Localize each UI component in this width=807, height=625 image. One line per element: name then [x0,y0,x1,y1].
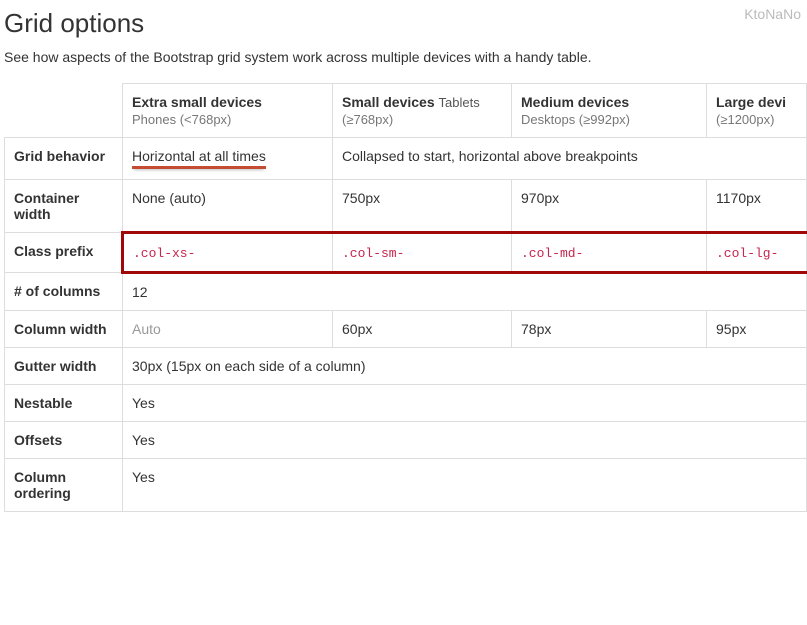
col-tag: Tablets [439,95,480,110]
row-ordering: Column ordering Yes [5,459,807,512]
cell-value: Yes [123,459,807,512]
cell-value: 30px (15px on each side of a column) [123,348,807,385]
row-label: Column width [5,311,123,348]
page-title: Grid options [4,8,807,39]
watermark: KtoNaNo [744,6,801,22]
row-nestable: Nestable Yes [5,385,807,422]
col-name: Medium devices [521,94,629,110]
cell-sm: 60px [333,311,512,348]
cell-value: 12 [123,273,807,311]
code: .col-sm- [342,246,404,261]
row-label: Gutter width [5,348,123,385]
cell-xs: .col-xs- [123,233,333,273]
col-header-lg: Large devi (≥1200px) [707,84,807,138]
col-name: Large devi [716,94,786,110]
row-class-prefix: Class prefix .col-xs- .col-sm- .col-md- … [5,233,807,273]
row-label: Column ordering [5,459,123,512]
col-name: Small devices [342,94,435,110]
grid-options-table: Extra small devices Phones (<768px) Smal… [4,83,807,512]
row-offsets: Offsets Yes [5,422,807,459]
row-label: Nestable [5,385,123,422]
cell-xs: Horizontal at all times [123,138,333,180]
row-label: Grid behavior [5,138,123,180]
cell-lg: .col-lg- [707,233,807,273]
cell-lg: 95px [707,311,807,348]
col-header-xs: Extra small devices Phones (<768px) [123,84,333,138]
col-name: Extra small devices [132,94,262,110]
corner-cell [5,84,123,138]
row-label: Class prefix [5,233,123,273]
row-grid-behavior: Grid behavior Horizontal at all times Co… [5,138,807,180]
col-sub: Phones (<768px) [132,112,323,127]
cell-lg: 1170px [707,180,807,233]
row-num-columns: # of columns 12 [5,273,807,311]
col-header-md: Medium devices Desktops (≥992px) [512,84,707,138]
col-sub: Desktops (≥992px) [521,112,697,127]
row-label: Offsets [5,422,123,459]
highlighted-text: Horizontal at all times [132,148,266,169]
table-header-row: Extra small devices Phones (<768px) Smal… [5,84,807,138]
row-label: # of columns [5,273,123,311]
page-lead: See how aspects of the Bootstrap grid sy… [4,49,807,65]
cell-md: 970px [512,180,707,233]
col-sub: (≥768px) [342,112,502,127]
cell-md: .col-md- [512,233,707,273]
cell-sm: 750px [333,180,512,233]
cell-rest: Collapsed to start, horizontal above bre… [333,138,807,180]
row-container-width: Container width None (auto) 750px 970px … [5,180,807,233]
col-header-sm: Small devices Tablets (≥768px) [333,84,512,138]
row-gutter-width: Gutter width 30px (15px on each side of … [5,348,807,385]
row-column-width: Column width Auto 60px 78px 95px [5,311,807,348]
cell-xs: None (auto) [123,180,333,233]
cell-md: 78px [512,311,707,348]
code: .col-xs- [133,246,195,261]
cell-value: Yes [123,385,807,422]
cell-xs: Auto [123,311,333,348]
code: .col-lg- [716,246,778,261]
col-sub: (≥1200px) [716,112,797,127]
cell-value: Yes [123,422,807,459]
row-label: Container width [5,180,123,233]
cell-sm: .col-sm- [333,233,512,273]
code: .col-md- [521,246,583,261]
